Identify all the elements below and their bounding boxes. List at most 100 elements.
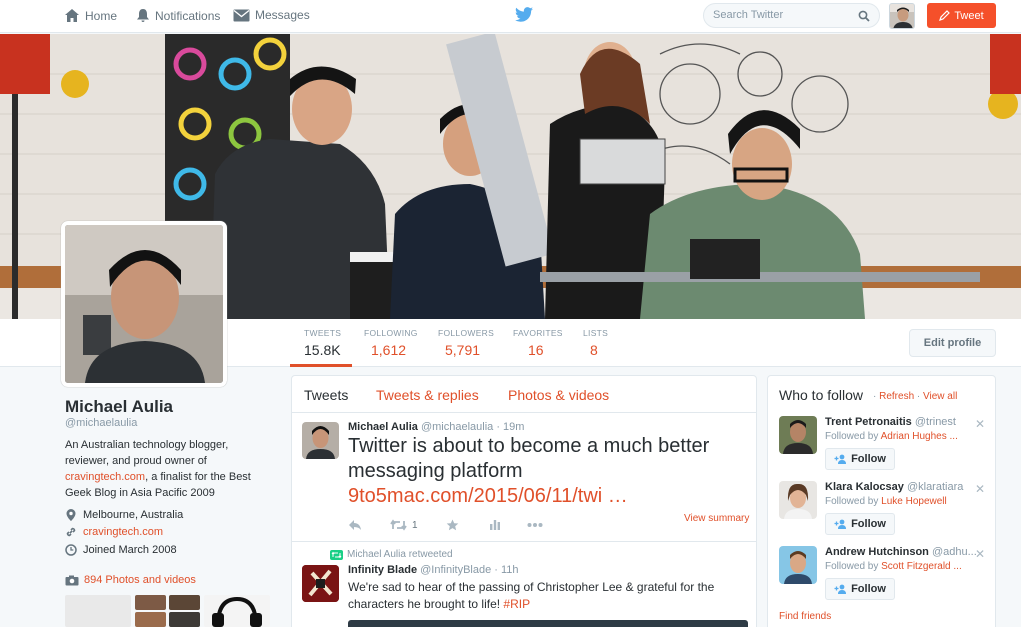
suggestion-followed-by: Followed by Luke Hopewell: [825, 496, 975, 507]
stat-value: 8: [590, 342, 598, 358]
stat-lists[interactable]: LISTS 8: [583, 328, 608, 358]
website-link[interactable]: cravingtech.com: [83, 526, 163, 538]
stat-followers[interactable]: FOLLOWERS 5,791: [438, 328, 494, 358]
tweet-button[interactable]: Tweet: [927, 3, 996, 28]
tweet-author-name[interactable]: Infinity Blade: [348, 564, 417, 576]
followed-by-name[interactable]: Luke Hopewell: [881, 496, 947, 507]
envelope-icon: [233, 9, 250, 21]
followed-by-name[interactable]: Adrian Hughes ...: [881, 431, 958, 442]
profile-handle[interactable]: @michaelaulia: [65, 417, 137, 429]
tweet-author-avatar[interactable]: [302, 565, 339, 602]
profile-bio: An Australian technology blogger, review…: [65, 437, 270, 501]
reply-icon[interactable]: [348, 519, 362, 531]
photo-thumbnail[interactable]: [135, 612, 166, 627]
follow-button[interactable]: Follow: [825, 578, 895, 600]
tweet-item[interactable]: Michael Aulia @michaelaulia · 19m Twitte…: [292, 413, 756, 541]
dismiss-suggestion-icon[interactable]: ✕: [975, 547, 985, 561]
refresh-link[interactable]: Refresh: [879, 391, 914, 402]
follow-person-icon: [834, 519, 847, 529]
tweet-item[interactable]: Infinity Blade @InfinityBlade · 11h We'r…: [292, 564, 756, 627]
follow-suggestion: Trent Petronaitis @trinest Followed by A…: [778, 414, 990, 474]
stat-value: 16: [528, 342, 544, 358]
suggestion-name[interactable]: Klara Kalocsay @klaratiara: [825, 481, 985, 493]
suggestion-handle: @trinest: [914, 416, 956, 428]
stat-label: LISTS: [583, 328, 609, 338]
stat-tweets[interactable]: TWEETS 15.8K: [304, 328, 341, 358]
find-friends-link[interactable]: Find friends: [779, 611, 831, 622]
tweet-author-name[interactable]: Michael Aulia: [348, 421, 418, 433]
retweet-icon[interactable]: [390, 519, 407, 531]
profile-avatar[interactable]: [61, 221, 227, 387]
tweet-time[interactable]: 11h: [501, 564, 519, 576]
tweet-text: Twitter is about to become a much better…: [348, 434, 752, 509]
photo-thumbnail[interactable]: [169, 612, 200, 627]
tweet-time[interactable]: 19m: [503, 421, 524, 433]
photo-thumbnail[interactable]: [65, 595, 131, 627]
view-summary-link[interactable]: View summary: [684, 513, 749, 524]
nav-messages[interactable]: Messages: [233, 8, 310, 22]
stat-value: 5,791: [445, 342, 481, 358]
search-icon[interactable]: [858, 10, 870, 22]
suggestion-avatar[interactable]: [779, 481, 817, 519]
retweet-icon: [330, 549, 343, 560]
followed-by-prefix: Followed by: [825, 431, 881, 442]
search-input[interactable]: Search Twitter: [703, 3, 880, 28]
bio-link[interactable]: cravingtech.com: [65, 471, 145, 483]
headphones-icon: [212, 596, 262, 627]
suggestion-display-name: Andrew Hutchinson: [825, 546, 929, 558]
tweet-author-avatar[interactable]: [302, 422, 339, 459]
stat-following[interactable]: FOLLOWING 1,612: [364, 328, 418, 358]
follow-label: Follow: [851, 583, 886, 595]
photo-thumbnail[interactable]: [204, 595, 270, 627]
follow-suggestion: Andrew Hutchinson @adhu... Followed by S…: [778, 544, 990, 604]
tab-tweets[interactable]: Tweets: [304, 387, 348, 403]
analytics-icon[interactable]: [489, 519, 501, 531]
tweet-divider: [292, 541, 756, 542]
tweet-author-handle: @michaelaulia: [420, 421, 494, 433]
tab-tweets-replies[interactable]: Tweets & replies: [376, 387, 479, 403]
suggestion-name[interactable]: Trent Petronaitis @trinest: [825, 416, 985, 428]
retweeted-by-text[interactable]: Michael Aulia retweeted: [347, 549, 453, 560]
who-to-follow-title: Who to follow: [779, 387, 864, 403]
location-pin-icon: [66, 509, 76, 521]
location-text: Melbourne, Australia: [83, 509, 184, 521]
view-all-link[interactable]: View all: [923, 391, 957, 402]
more-icon[interactable]: [527, 522, 543, 528]
retweet-count: 1: [412, 520, 418, 531]
nav-home[interactable]: Home: [64, 8, 117, 23]
star-icon[interactable]: [446, 519, 459, 531]
tweet-media-preview[interactable]: [348, 620, 748, 627]
who-to-follow-panel: Who to follow · Refresh · View all Trent…: [767, 375, 996, 627]
suggestion-handle: @adhu...: [931, 546, 977, 558]
suggestion-avatar[interactable]: [779, 546, 817, 584]
suggestion-avatar[interactable]: [779, 416, 817, 454]
photos-videos-link[interactable]: 894 Photos and videos: [65, 574, 196, 586]
nav-notifications[interactable]: Notifications: [136, 8, 220, 23]
profile-website[interactable]: cravingtech.com: [65, 526, 163, 538]
profile-name: Michael Aulia: [65, 397, 174, 416]
twitter-bird-icon[interactable]: [515, 7, 533, 22]
photos-videos-label: 894 Photos and videos: [84, 574, 196, 586]
retweet-context: Michael Aulia retweeted: [330, 549, 453, 560]
tweet-link[interactable]: 9to5mac.com/2015/06/11/twi …: [348, 485, 628, 507]
followed-by-name[interactable]: Scott Fitzgerald ...: [881, 561, 962, 572]
followed-by-prefix: Followed by: [825, 561, 882, 572]
tweet-hashtag[interactable]: #RIP: [503, 597, 530, 611]
follow-button[interactable]: Follow: [825, 448, 895, 470]
home-icon: [65, 9, 79, 22]
follow-button[interactable]: Follow: [825, 513, 895, 535]
dismiss-suggestion-icon[interactable]: ✕: [975, 482, 985, 496]
profile-location: Melbourne, Australia: [65, 508, 183, 522]
suggestion-name[interactable]: Andrew Hutchinson @adhu...: [825, 546, 985, 558]
stat-favorites[interactable]: FAVORITES 16: [513, 328, 563, 358]
photo-thumbnail[interactable]: [169, 595, 200, 610]
dismiss-suggestion-icon[interactable]: ✕: [975, 417, 985, 431]
who-to-follow-links: · Refresh · View all: [873, 391, 958, 402]
photo-thumbnail[interactable]: [135, 595, 166, 610]
tab-photos-videos[interactable]: Photos & videos: [508, 387, 609, 403]
suggestion-followed-by: Followed by Scott Fitzgerald ...: [825, 561, 975, 572]
clock-icon: [65, 544, 77, 556]
edit-profile-button[interactable]: Edit profile: [909, 329, 996, 357]
nav-notifications-label: Notifications: [155, 8, 221, 23]
account-avatar[interactable]: [889, 3, 915, 29]
